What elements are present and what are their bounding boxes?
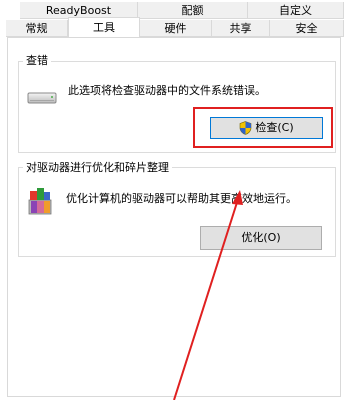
annotation-arrow	[173, 190, 243, 400]
